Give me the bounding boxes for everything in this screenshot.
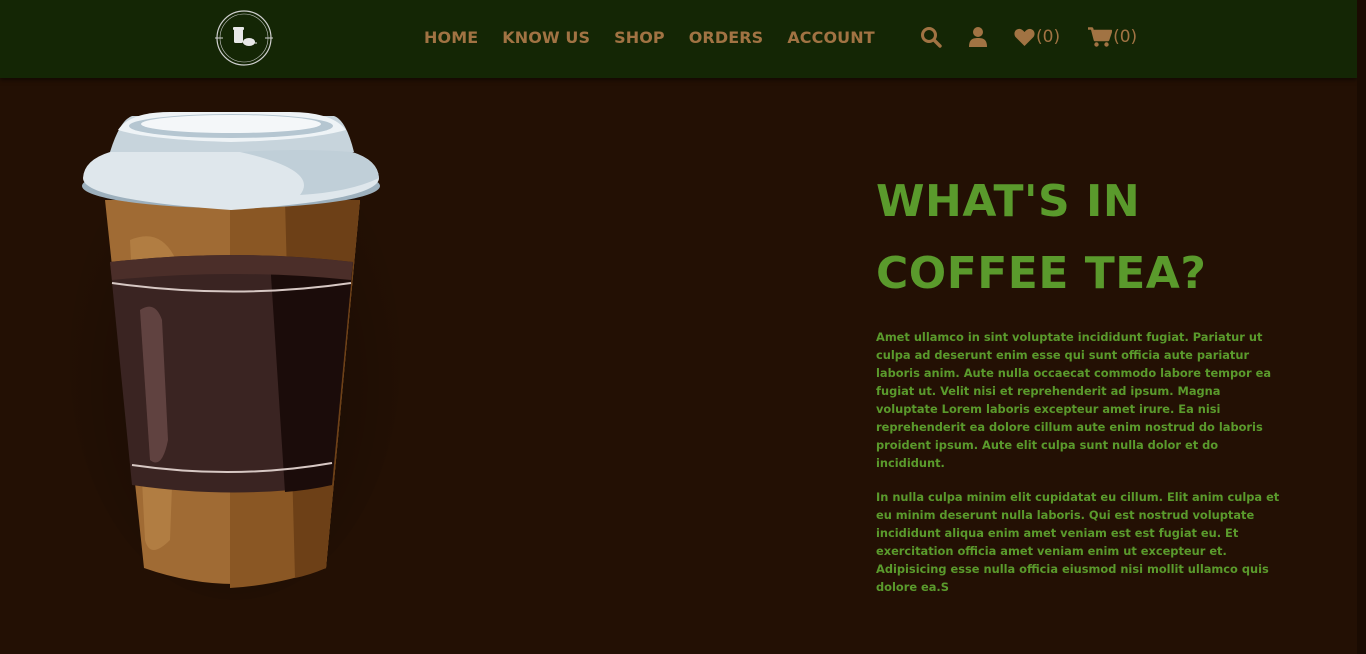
- user-icon: [969, 27, 987, 47]
- wishlist-count: (0): [1036, 27, 1061, 47]
- cart-count: (0): [1113, 27, 1138, 47]
- account-button[interactable]: [968, 26, 988, 48]
- hero-title: WHAT'S IN COFFEE TEA?: [876, 166, 1281, 310]
- wishlist-button[interactable]: (0): [1014, 27, 1060, 47]
- top-navbar: HOME KNOW US SHOP ORDERS ACCOUNT (0) (0): [0, 0, 1357, 78]
- nav-account-link[interactable]: ACCOUNT: [787, 28, 874, 47]
- hero-content: WHAT'S IN COFFEE TEA? Amet ullamco in si…: [876, 166, 1281, 596]
- nav-know-us-link[interactable]: KNOW US: [502, 28, 590, 47]
- coffee-cup-illustration: [70, 112, 400, 600]
- heart-icon: [1014, 28, 1035, 46]
- hero-paragraph-1: Amet ullamco in sint voluptate incididun…: [876, 330, 1272, 470]
- main-nav: HOME KNOW US SHOP ORDERS ACCOUNT: [424, 28, 875, 47]
- search-icon: [921, 27, 942, 48]
- cart-button[interactable]: (0): [1088, 26, 1138, 48]
- nav-home-link[interactable]: HOME: [424, 28, 478, 47]
- nav-orders-link[interactable]: ORDERS: [689, 28, 764, 47]
- nav-icon-group: (0) (0): [920, 26, 1137, 48]
- hero-paragraph-2: In nulla culpa minim elit cupidatat eu c…: [876, 490, 1280, 594]
- hero-title-line1: WHAT'S IN: [876, 176, 1141, 227]
- page-scrollbar[interactable]: [1357, 0, 1366, 654]
- brand-logo[interactable]: [213, 9, 275, 67]
- cart-icon: [1088, 26, 1113, 47]
- hero-title-line2: COFFEE TEA?: [876, 248, 1207, 299]
- search-button[interactable]: [920, 26, 942, 48]
- nav-shop-link[interactable]: SHOP: [614, 28, 665, 47]
